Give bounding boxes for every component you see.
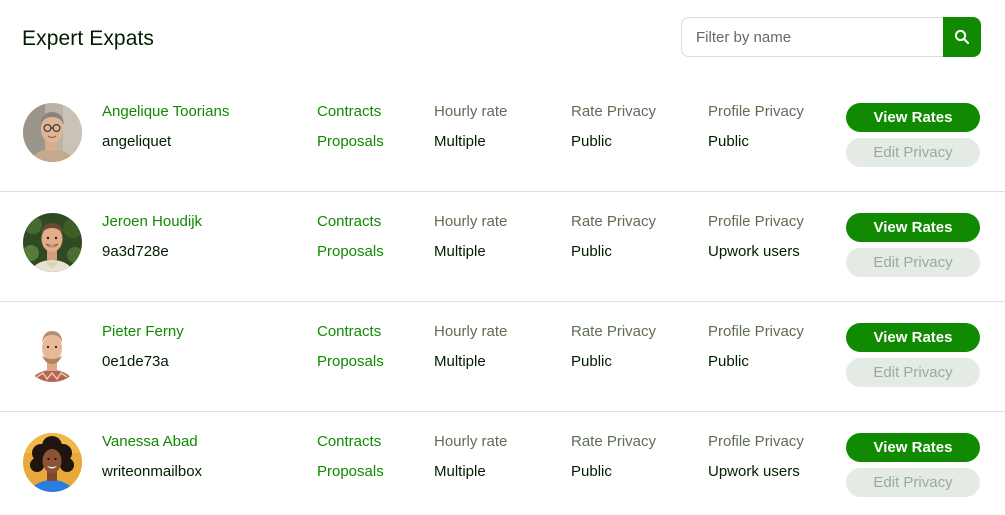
- avatar: [23, 103, 82, 162]
- expert-name-link[interactable]: Vanessa Abad: [102, 433, 198, 451]
- avatar: [23, 323, 82, 382]
- hourly-rate-label: Hourly rate: [434, 103, 508, 120]
- hourly-rate-label: Hourly rate: [434, 213, 508, 230]
- person-smiling-photo-icon: [23, 213, 82, 272]
- expert-username: 0e1de73a: [102, 353, 169, 370]
- search-icon: [954, 29, 970, 45]
- profile-privacy-value: Upwork users: [708, 243, 800, 260]
- search-button[interactable]: [943, 17, 981, 57]
- edit-privacy-button: Edit Privacy: [846, 248, 980, 277]
- expert-name-link[interactable]: Jeroen Houdijk: [102, 213, 202, 231]
- page-title: Expert Expats: [22, 27, 155, 50]
- expert-row: Jeroen Houdijk 9a3d728e Contracts Propos…: [0, 192, 1005, 302]
- filter-by-name-input[interactable]: [681, 17, 944, 57]
- contracts-link[interactable]: Contracts: [317, 433, 381, 451]
- expert-username: angeliquet: [102, 133, 172, 150]
- person-beard-photo-icon: [23, 323, 82, 382]
- expert-expats-page: Expert Expats Filter by name Angelique T…: [0, 0, 1005, 515]
- proposals-link[interactable]: Proposals: [317, 243, 384, 261]
- profile-privacy-label: Profile Privacy: [708, 323, 804, 340]
- edit-privacy-button: Edit Privacy: [846, 358, 980, 387]
- profile-privacy-label: Profile Privacy: [708, 103, 804, 120]
- view-rates-button[interactable]: View Rates: [846, 103, 980, 132]
- profile-privacy-value: Public: [708, 133, 749, 150]
- expert-name-link[interactable]: Angelique Toorians: [102, 103, 229, 121]
- avatar: [23, 213, 82, 272]
- expert-username: writeonmailbox: [102, 463, 203, 480]
- rate-privacy-value: Public: [571, 353, 612, 370]
- proposals-link[interactable]: Proposals: [317, 133, 384, 151]
- edit-privacy-button: Edit Privacy: [846, 468, 980, 497]
- rate-privacy-value: Public: [571, 133, 612, 150]
- view-rates-button[interactable]: View Rates: [846, 213, 980, 242]
- profile-privacy-value: Public: [708, 353, 749, 370]
- rate-privacy-label: Rate Privacy: [571, 323, 657, 340]
- avatar: [23, 433, 82, 492]
- rate-privacy-value: Public: [571, 243, 612, 260]
- expert-row: Vanessa Abad writeonmailbox Contracts Pr…: [0, 412, 1005, 515]
- contracts-link[interactable]: Contracts: [317, 103, 381, 121]
- edit-privacy-button: Edit Privacy: [846, 138, 980, 167]
- rate-privacy-value: Public: [571, 463, 612, 480]
- person-curly-hair-photo-icon: [23, 433, 82, 492]
- hourly-rate-label: Hourly rate: [434, 433, 508, 450]
- page-header: Expert Expats: [0, 0, 1005, 82]
- contracts-link[interactable]: Contracts: [317, 213, 381, 231]
- expert-username: 9a3d728e: [102, 243, 169, 260]
- hourly-rate-value: Multiple: [434, 353, 486, 370]
- proposals-link[interactable]: Proposals: [317, 353, 384, 371]
- hourly-rate-value: Multiple: [434, 463, 486, 480]
- expert-row: Pieter Ferny 0e1de73a Contracts Proposal…: [0, 302, 1005, 412]
- contracts-link[interactable]: Contracts: [317, 323, 381, 341]
- hourly-rate-label: Hourly rate: [434, 323, 508, 340]
- person-glasses-photo-icon: [23, 103, 82, 162]
- rate-privacy-label: Rate Privacy: [571, 103, 657, 120]
- view-rates-button[interactable]: View Rates: [846, 323, 980, 352]
- proposals-link[interactable]: Proposals: [317, 463, 384, 481]
- expert-name-link[interactable]: Pieter Ferny: [102, 323, 184, 341]
- profile-privacy-label: Profile Privacy: [708, 213, 804, 230]
- profile-privacy-label: Profile Privacy: [708, 433, 804, 450]
- rate-privacy-label: Rate Privacy: [571, 433, 657, 450]
- hourly-rate-value: Multiple: [434, 243, 486, 260]
- rate-privacy-label: Rate Privacy: [571, 213, 657, 230]
- hourly-rate-value: Multiple: [434, 133, 486, 150]
- view-rates-button[interactable]: View Rates: [846, 433, 980, 462]
- expert-row: Angelique Toorians angeliquet Contracts …: [0, 82, 1005, 192]
- search-bar: [681, 17, 981, 57]
- expert-list: Angelique Toorians angeliquet Contracts …: [0, 82, 1005, 515]
- profile-privacy-value: Upwork users: [708, 463, 800, 480]
